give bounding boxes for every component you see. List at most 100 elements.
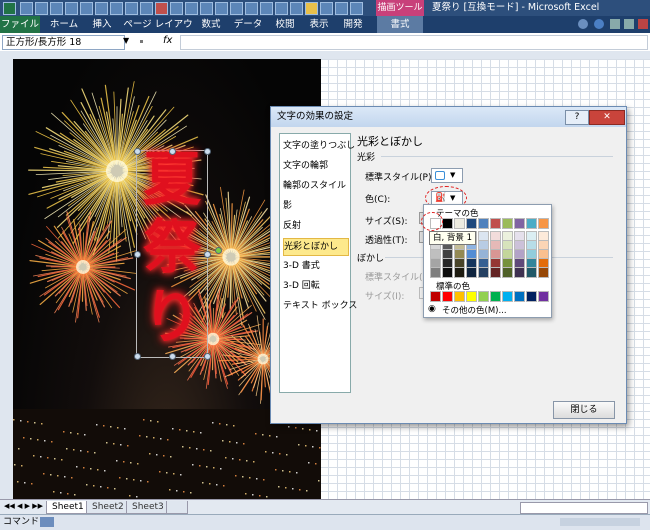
theme-color-swatch[interactable] <box>538 267 549 278</box>
dialog-close-button[interactable]: ✕ <box>589 110 625 125</box>
tab-developer[interactable]: 開発 <box>340 16 366 33</box>
rotate-handle[interactable] <box>215 247 222 254</box>
splitter-icon[interactable] <box>140 40 143 43</box>
sheet-tab-2[interactable]: Sheet2 <box>86 501 130 514</box>
theme-color-swatch[interactable] <box>538 218 549 229</box>
quick-access-icon[interactable] <box>140 2 153 15</box>
category-text-box[interactable]: テキスト ボックス <box>283 298 347 314</box>
undo-icon[interactable] <box>50 2 63 15</box>
close-window-icon[interactable] <box>638 19 648 29</box>
print-icon[interactable] <box>35 2 48 15</box>
tab-home[interactable]: ホーム <box>44 16 84 33</box>
quick-access-icon[interactable] <box>125 2 138 15</box>
category-3d-format[interactable]: 3-D 書式 <box>283 258 347 274</box>
name-box-dropdown-icon[interactable]: ▼ <box>123 36 129 45</box>
excel-icon[interactable] <box>3 2 16 15</box>
standard-color-swatch[interactable] <box>526 291 537 302</box>
resize-handle[interactable] <box>134 353 141 360</box>
theme-color-swatch[interactable] <box>478 218 489 229</box>
macro-record-icon[interactable] <box>40 517 54 527</box>
standard-color-swatch[interactable] <box>454 291 465 302</box>
quick-access-icon[interactable] <box>275 2 288 15</box>
tab-file[interactable]: ファイル <box>0 16 40 33</box>
category-glow-soft-edges[interactable]: 光彩とぼかし <box>283 238 349 256</box>
sheet-nav-icon[interactable]: ◀◀ ◀ ▶ ▶▶ <box>4 502 43 510</box>
help-button[interactable]: ? <box>565 110 589 125</box>
restore-window-icon[interactable] <box>624 19 634 29</box>
glow-preset-dropdown[interactable]: ▼ <box>431 168 463 183</box>
quick-access-icon[interactable] <box>245 2 258 15</box>
help-icon[interactable] <box>594 19 604 29</box>
name-box[interactable]: 正方形/長方形 18 <box>2 35 125 50</box>
minimize-ribbon-icon[interactable] <box>578 19 588 29</box>
category-outline-style[interactable]: 輪郭のスタイル <box>283 178 347 194</box>
category-text-fill[interactable]: 文字の塗りつぶし <box>283 138 347 154</box>
standard-color-swatch[interactable] <box>430 291 441 302</box>
tab-page-layout[interactable]: ページ レイアウト <box>122 16 194 33</box>
category-shadow[interactable]: 影 <box>283 198 347 214</box>
formula-input[interactable] <box>180 35 648 50</box>
resize-handle[interactable] <box>134 251 141 258</box>
quick-access-icon[interactable] <box>335 2 348 15</box>
tab-formulas[interactable]: 数式 <box>198 16 224 33</box>
tab-format[interactable]: 書式 <box>377 16 423 33</box>
theme-color-swatch[interactable] <box>430 267 441 278</box>
theme-color-swatch[interactable] <box>466 218 477 229</box>
insert-function-icon[interactable]: fx <box>163 35 172 46</box>
standard-color-swatch[interactable] <box>490 291 501 302</box>
quick-access-icon[interactable] <box>170 2 183 15</box>
minimize-window-icon[interactable] <box>610 19 620 29</box>
standard-color-swatch[interactable] <box>442 291 453 302</box>
theme-color-swatch[interactable] <box>466 267 477 278</box>
insert-sheet-icon[interactable] <box>166 501 188 514</box>
quick-access-icon[interactable] <box>80 2 93 15</box>
quick-access-icon[interactable] <box>260 2 273 15</box>
standard-color-swatch[interactable] <box>514 291 525 302</box>
standard-color-swatch[interactable] <box>466 291 477 302</box>
quick-access-icon[interactable] <box>110 2 123 15</box>
horizontal-scrollbar[interactable] <box>520 502 648 514</box>
zoom-slider[interactable] <box>560 518 640 526</box>
theme-color-swatch[interactable] <box>514 218 525 229</box>
title-textbox[interactable]: 夏 祭 り <box>136 150 208 358</box>
tab-view[interactable]: 表示 <box>306 16 332 33</box>
close-button[interactable]: 閉じる <box>553 401 615 419</box>
row-headers[interactable] <box>0 59 14 499</box>
theme-color-swatch[interactable] <box>454 218 465 229</box>
resize-handle[interactable] <box>169 353 176 360</box>
category-3d-rotation[interactable]: 3-D 回転 <box>283 278 347 294</box>
sheet-tab-3[interactable]: Sheet3 <box>126 501 170 514</box>
theme-color-swatch[interactable] <box>514 267 525 278</box>
quick-access-icon[interactable] <box>230 2 243 15</box>
tab-insert[interactable]: 挿入 <box>86 16 118 33</box>
resize-handle[interactable] <box>204 148 211 155</box>
quick-access-icon[interactable] <box>95 2 108 15</box>
quick-access-icon[interactable] <box>215 2 228 15</box>
theme-color-swatch[interactable] <box>442 267 453 278</box>
standard-color-swatch[interactable] <box>478 291 489 302</box>
font-color-icon[interactable] <box>155 2 168 15</box>
theme-color-swatch[interactable] <box>442 218 453 229</box>
more-colors-link[interactable]: その他の色(M)... <box>442 304 507 316</box>
theme-color-swatch[interactable] <box>526 218 537 229</box>
theme-color-swatch[interactable] <box>490 267 501 278</box>
resize-handle[interactable] <box>134 148 141 155</box>
highlight-icon[interactable] <box>305 2 318 15</box>
tab-review[interactable]: 校閲 <box>272 16 298 33</box>
sheet-tab-1[interactable]: Sheet1 <box>46 501 90 514</box>
theme-color-swatch[interactable] <box>490 218 501 229</box>
theme-color-swatch[interactable] <box>454 267 465 278</box>
customize-icon[interactable] <box>350 2 363 15</box>
standard-color-swatch[interactable] <box>502 291 513 302</box>
theme-color-swatch[interactable] <box>478 267 489 278</box>
category-reflection[interactable]: 反射 <box>283 218 347 234</box>
quick-access-icon[interactable] <box>200 2 213 15</box>
quick-access-icon[interactable] <box>320 2 333 15</box>
quick-access-icon[interactable] <box>185 2 198 15</box>
resize-handle[interactable] <box>204 353 211 360</box>
standard-color-swatch[interactable] <box>538 291 549 302</box>
resize-handle[interactable] <box>169 148 176 155</box>
category-text-outline[interactable]: 文字の輪郭 <box>283 158 347 174</box>
theme-color-swatch[interactable] <box>502 267 513 278</box>
theme-color-swatch[interactable] <box>502 218 513 229</box>
